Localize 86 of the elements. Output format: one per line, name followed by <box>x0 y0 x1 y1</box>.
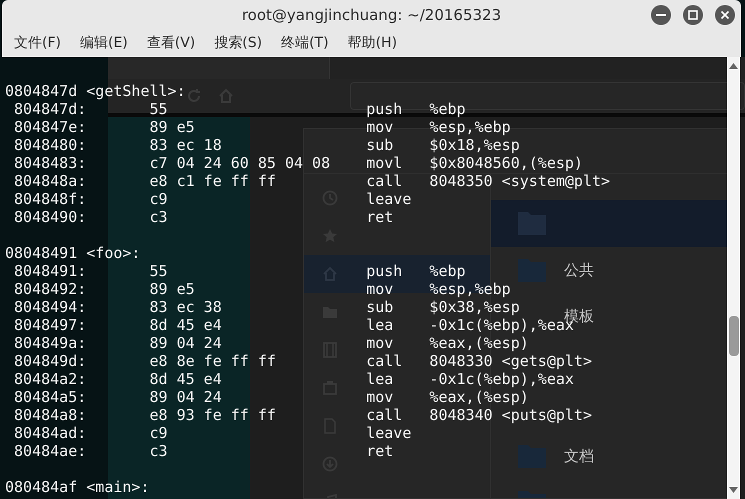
mnemonic: sub <box>366 136 394 154</box>
mnemonic: mov <box>366 334 394 352</box>
machine-code: 55 <box>149 100 168 118</box>
menu-item[interactable]: 帮助(H) <box>346 33 400 54</box>
mnemonic: lea <box>366 370 394 388</box>
mnemonic: movl <box>366 154 402 172</box>
mnemonic: call <box>366 406 402 424</box>
mnemonic: call <box>366 172 402 190</box>
address: 804848a: <box>13 172 88 190</box>
address: 80484ad: <box>13 424 88 442</box>
mnemonic: push <box>366 262 402 280</box>
mnemonic: lea <box>366 316 394 334</box>
address: 804849d: <box>13 352 88 370</box>
machine-code: 8d 45 e4 <box>149 316 222 334</box>
mnemonic: leave <box>366 424 412 442</box>
machine-code: 89 04 24 <box>149 334 222 352</box>
operands: 8048340 <puts@plt> <box>429 406 592 424</box>
function-label: 080484af <main>: <box>5 478 150 496</box>
mnemonic: ret <box>366 208 394 226</box>
machine-code: e8 8e fe ff ff <box>149 352 276 370</box>
mnemonic: mov <box>366 118 394 136</box>
operands: %esp,%ebp <box>429 280 511 298</box>
address: 804849a: <box>13 334 88 352</box>
address: 804848f: <box>13 190 88 208</box>
address: 80484a8: <box>13 406 88 424</box>
menu-item[interactable]: 搜索(S) <box>212 33 264 54</box>
close-icon[interactable] <box>715 5 735 25</box>
address: 80484a5: <box>13 388 88 406</box>
address: 80484ae: <box>13 442 88 460</box>
menu-item[interactable]: 终端(T) <box>279 33 331 54</box>
machine-code: c7 04 24 60 85 04 08 <box>149 154 330 172</box>
machine-code: e8 93 fe ff ff <box>149 406 276 424</box>
maximize-icon[interactable] <box>683 5 703 25</box>
menu-item[interactable]: 编辑(E) <box>78 33 130 54</box>
operands: -0x1c(%ebp),%eax <box>429 370 574 388</box>
operands: $0x38,%esp <box>429 298 520 316</box>
function-label: 08048491 <foo>: <box>5 244 140 262</box>
operands: $0x8048560,(%esp) <box>429 154 583 172</box>
address: 80484a2: <box>13 370 88 388</box>
scrollbar[interactable] <box>727 57 740 499</box>
scroll-down-arrow-icon[interactable] <box>729 487 738 493</box>
machine-code: 89 04 24 <box>149 388 222 406</box>
machine-code: 83 ec 38 <box>149 298 222 316</box>
menu-item[interactable]: 查看(V) <box>144 33 198 54</box>
machine-code: 8d 45 e4 <box>149 370 222 388</box>
address: 8048480: <box>13 136 88 154</box>
menu-item[interactable]: 文件(F) <box>12 33 63 54</box>
mnemonic: ret <box>366 442 394 460</box>
machine-code: c3 <box>149 208 168 226</box>
address: 8048497: <box>13 316 88 334</box>
minimize-icon[interactable] <box>651 5 671 25</box>
machine-code: 83 ec 18 <box>149 136 222 154</box>
operands: %esp,%ebp <box>429 118 511 136</box>
mnemonic: call <box>366 352 402 370</box>
address: 8048490: <box>13 208 88 226</box>
machine-code: e8 c1 fe ff ff <box>149 172 276 190</box>
scroll-up-arrow-icon[interactable] <box>729 63 738 69</box>
address: 8048483: <box>13 154 88 172</box>
function-label: 0804847d <getShell>: <box>5 82 186 100</box>
address: 804847d: <box>13 100 88 118</box>
address: 804847e: <box>13 118 88 136</box>
scrollbar-thumb[interactable] <box>728 316 738 356</box>
address: 8048492: <box>13 280 88 298</box>
window-title: root@yangjinchuang: ~/20165323 <box>242 4 502 26</box>
machine-code: 89 e5 <box>149 118 195 136</box>
folder-name: 文档 <box>564 446 594 466</box>
operands: 8048330 <gets@plt> <box>429 352 592 370</box>
mnemonic: mov <box>366 280 394 298</box>
operands: %ebp <box>429 100 466 118</box>
address: 8048494: <box>13 298 88 316</box>
mnemonic: sub <box>366 298 394 316</box>
operands: 8048350 <system@plt> <box>429 172 610 190</box>
machine-code: 55 <box>149 262 168 280</box>
address: 8048491: <box>13 262 88 280</box>
folder-name: 公共 <box>564 260 594 280</box>
operands: $0x18,%esp <box>429 136 520 154</box>
machine-code: 89 e5 <box>149 280 195 298</box>
mnemonic: push <box>366 100 402 118</box>
mnemonic: mov <box>366 388 394 406</box>
machine-code: c9 <box>149 190 168 208</box>
operands: %ebp <box>429 262 466 280</box>
machine-code: c9 <box>149 424 168 442</box>
machine-code: c3 <box>149 442 168 460</box>
mnemonic: leave <box>366 190 412 208</box>
operands: %eax,(%esp) <box>429 334 529 352</box>
operands: %eax,(%esp) <box>429 388 529 406</box>
